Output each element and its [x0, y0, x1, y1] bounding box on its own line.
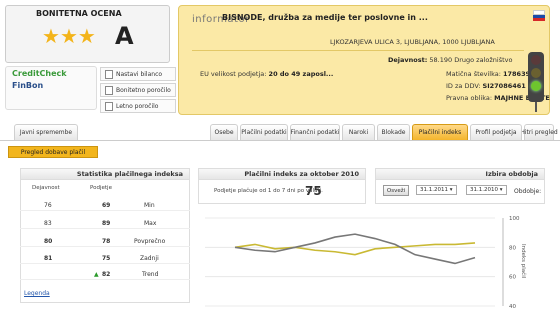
doclink-balance[interactable]: Nastavi bilanco — [100, 67, 176, 81]
payment-index-title: Plačilni indeks za oktober 2010 — [198, 168, 366, 180]
star-icon: ★ — [59, 24, 78, 48]
tab-payment-data[interactable]: Plačilni podatki — [240, 124, 288, 140]
tab-blockades[interactable]: Blokade — [377, 124, 410, 140]
document-icon — [105, 85, 113, 95]
vat-row: ID za DDV: SI27086461 — [446, 82, 526, 90]
stats-row-average: Povprečno 78 80 — [20, 235, 190, 247]
company-name: BISNODE, družba za medije ter poslovne i… — [222, 13, 428, 22]
chart-y-tick-label: 80 — [509, 245, 516, 251]
chart-series-line-1 — [234, 233, 476, 265]
star-icon: ★ — [42, 24, 60, 48]
stats-row-trend: Trend 82 ▲ — [20, 268, 190, 280]
divider — [192, 50, 524, 51]
stats-row-max: Max 89 83 — [20, 217, 190, 229]
refresh-button[interactable]: Osveži — [383, 185, 409, 196]
doclink-annual-report[interactable]: Letno poročilo — [100, 99, 176, 113]
stats-row-min: Min 69 76 — [20, 199, 190, 211]
document-icon — [105, 69, 113, 79]
period-label: Obdobje: — [514, 188, 542, 195]
chart-y-tick-label: 100 — [509, 216, 520, 222]
chart-y-tick-label: 40 — [509, 304, 516, 310]
trend-up-icon: ▲ — [94, 271, 99, 278]
doclink-credit-report[interactable]: Bonitetno poročilo — [100, 83, 176, 97]
rating-grade: A — [115, 22, 134, 50]
traffic-light-pole — [535, 102, 537, 112]
registration-row: Matična številka: 1786393 — [446, 70, 535, 78]
legend-link[interactable]: Legenda — [24, 290, 50, 297]
tab-financial-data[interactable]: Finančni podatki — [290, 124, 340, 140]
stats-title: Statistika plačilnega indeksa — [20, 168, 190, 180]
payment-overview-button[interactable]: Pregled dobave plačil — [8, 146, 98, 158]
period-title: Izbira obdobja — [375, 168, 545, 180]
payment-index-chart: 100 80 60 40 — [205, 216, 520, 310]
document-links: Nastavi bilanco Bonitetno poročilo Letno… — [100, 67, 176, 115]
stats-row-last: Zadnji 75 81 — [20, 252, 190, 264]
chart-series-line-0 — [234, 242, 476, 256]
rating-title: BONITETNA OCENA — [36, 9, 122, 18]
chart-y-axis-label: Indeks plačil — [520, 244, 526, 279]
tab-public-changes[interactable]: Javni spremembe — [14, 124, 78, 140]
tab-payment-index[interactable]: Plačilni indeks — [412, 124, 468, 140]
stats-column-headers: Podjetje Dejavnost — [32, 185, 112, 191]
company-address: LJKOZARJEVA ULICA 3, LJUBLJANA, 1000 LJU… — [330, 38, 495, 46]
eu-size-row: EU velikost podjetja: 20 do 49 zaposl... — [200, 70, 334, 78]
rating-stars: ★★★ — [42, 24, 96, 48]
period-from-input[interactable]: 31.1.2010 ▾ — [466, 185, 507, 195]
tab-quick-overview[interactable]: Hitri pregled — [520, 124, 558, 140]
finbon-logo: FinBon — [12, 81, 44, 90]
payment-index-description: Podjetje plačuje od 1 do 7 dni po valuti… — [214, 188, 323, 194]
period-to-input[interactable]: 31.1.2011 ▾ — [416, 185, 457, 195]
flag-icon — [533, 10, 545, 21]
creditcheck-logo: CreditCheck — [12, 69, 67, 78]
tab-hearings[interactable]: Naroki — [342, 124, 375, 140]
traffic-light-icon — [528, 52, 544, 102]
chart-y-tick-label: 60 — [509, 275, 516, 281]
tab-company-profile[interactable]: Profil podjetja — [470, 124, 522, 140]
document-icon — [105, 101, 113, 111]
activity-row: Dejavnost: 58.190 Drugo založništvo — [388, 56, 513, 64]
star-icon: ★ — [77, 24, 96, 48]
tab-persons[interactable]: Osebe — [210, 124, 238, 140]
